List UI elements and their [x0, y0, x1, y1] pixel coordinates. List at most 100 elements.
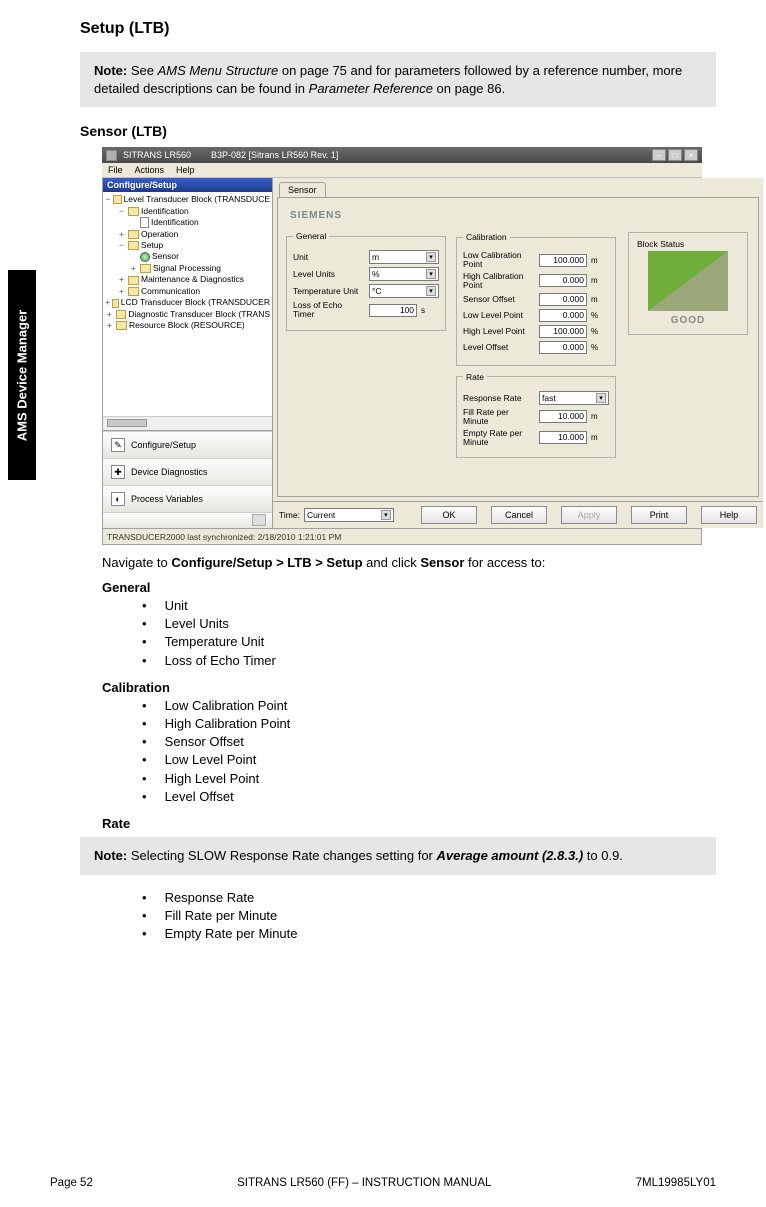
block-status-label: Block Status: [637, 239, 739, 249]
list-item: Loss of Echo Timer: [142, 652, 716, 670]
note2-t1: Selecting SLOW Response Rate changes set…: [127, 848, 436, 863]
nav-t1: Navigate to: [102, 555, 171, 570]
high-cal-input[interactable]: 0.000: [539, 274, 587, 287]
time-label: Time:: [279, 510, 300, 520]
wrench-icon: ✎: [111, 438, 125, 452]
apply-button[interactable]: Apply: [561, 506, 617, 524]
menubar: File Actions Help: [102, 163, 702, 178]
nav-configure-setup[interactable]: ✎Configure/Setup: [103, 431, 272, 458]
ams-screenshot: SITRANS LR560 B3P-082 [Sitrans LR560 Rev…: [102, 147, 702, 545]
response-rate-select[interactable]: fast▾: [539, 391, 609, 405]
footer-center: SITRANS LR560 (FF) – INSTRUCTION MANUAL: [237, 1177, 491, 1189]
nav-t2: and click: [363, 555, 421, 570]
list-item: Fill Rate per Minute: [142, 907, 716, 925]
list-item: Empty Rate per Minute: [142, 925, 716, 943]
cat-general: General: [102, 580, 716, 595]
tree-r3a[interactable]: Sensor: [152, 251, 179, 262]
maximize-button[interactable]: □: [668, 149, 682, 161]
legend-rate: Rate: [463, 372, 487, 382]
folder-icon: [113, 195, 121, 204]
level-units-select[interactable]: %▾: [369, 267, 439, 281]
list-general: Unit Level Units Temperature Unit Loss o…: [142, 597, 716, 670]
button-row: Time: Current▾ OK Cancel Apply Print Hel…: [273, 501, 763, 528]
folder-icon: [128, 241, 139, 250]
tree-header: Configure/Setup: [103, 178, 272, 192]
ok-button[interactable]: OK: [421, 506, 477, 524]
tree-r5[interactable]: Communication: [141, 286, 200, 297]
note2-label: Note:: [94, 848, 127, 863]
legend-general: General: [293, 231, 329, 241]
list-item: High Level Point: [142, 770, 716, 788]
title-mid: B3P-082 [Sitrans LR560 Rev. 1]: [211, 150, 338, 160]
app-icon: [106, 150, 117, 161]
note-box-1: Note: See AMS Menu Structure on page 75 …: [80, 52, 716, 107]
nav-device-diagnostics[interactable]: ✚Device Diagnostics: [103, 458, 272, 485]
side-tab-label: AMS Device Manager: [15, 309, 30, 441]
list-item: Unit: [142, 597, 716, 615]
loss-echo-input[interactable]: 100: [369, 304, 417, 317]
tree[interactable]: −Level Transducer Block (TRANSDUCE −Iden…: [103, 192, 272, 334]
folder-icon: [128, 230, 139, 239]
tree-r1a[interactable]: Identification: [151, 217, 199, 228]
low-cal-input[interactable]: 100.000: [539, 254, 587, 267]
cancel-button[interactable]: Cancel: [491, 506, 547, 524]
minimize-button[interactable]: –: [652, 149, 666, 161]
cat-calibration: Calibration: [102, 680, 716, 695]
footer-left: Page 52: [50, 1177, 93, 1189]
tree-r2[interactable]: Operation: [141, 229, 178, 240]
list-calibration: Low Calibration Point High Calibration P…: [142, 697, 716, 806]
tree-r0[interactable]: Level Transducer Block (TRANSDUCE: [124, 194, 270, 205]
nav-path: Configure/Setup > LTB > Setup: [171, 555, 362, 570]
help-button[interactable]: Help: [701, 506, 757, 524]
block-status-graphic: [648, 251, 728, 311]
close-button[interactable]: ×: [684, 149, 698, 161]
low-level-input[interactable]: 0.000: [539, 309, 587, 322]
menu-help[interactable]: Help: [176, 165, 195, 175]
list-item: High Calibration Point: [142, 715, 716, 733]
tree-r4[interactable]: Maintenance & Diagnostics: [141, 274, 244, 285]
tree-r3[interactable]: Setup: [141, 240, 163, 251]
fill-rate-input[interactable]: 10.000: [539, 410, 587, 423]
response-rate-label: Response Rate: [463, 393, 535, 403]
menu-file[interactable]: File: [108, 165, 123, 175]
block-status-box: Block Status GOOD: [628, 232, 748, 335]
sensor-offset-input[interactable]: 0.000: [539, 293, 587, 306]
nav-strip: [103, 512, 272, 528]
high-level-input[interactable]: 100.000: [539, 325, 587, 338]
low-level-label: Low Level Point: [463, 310, 535, 320]
unit-select[interactable]: m▾: [369, 250, 439, 264]
temp-unit-select[interactable]: °C▾: [369, 284, 439, 298]
chevron-down-icon: ▾: [426, 269, 436, 279]
tree-r8[interactable]: Resource Block (RESOURCE): [129, 320, 245, 331]
level-offset-label: Level Offset: [463, 342, 535, 352]
group-calibration: Calibration Low Calibration Point100.000…: [456, 232, 616, 366]
tree-r1[interactable]: Identification: [141, 206, 189, 217]
print-button[interactable]: Print: [631, 506, 687, 524]
tree-r6[interactable]: LCD Transducer Block (TRANSDUCER: [121, 297, 270, 308]
time-select[interactable]: Current▾: [304, 508, 394, 522]
page-footer: Page 52 SITRANS LR560 (FF) – INSTRUCTION…: [50, 1177, 716, 1189]
tree-hscrollbar[interactable]: [103, 416, 272, 430]
loss-echo-unit: s: [421, 306, 425, 315]
list-item: Level Offset: [142, 788, 716, 806]
nav-t3: for access to:: [464, 555, 545, 570]
tab-sensor[interactable]: Sensor: [279, 182, 326, 197]
status-bar: TRANSDUCER2000 last synchronized: 2/18/2…: [102, 529, 702, 545]
side-tab: AMS Device Manager: [8, 270, 36, 480]
folder-icon: [128, 276, 139, 285]
list-item: Temperature Unit: [142, 633, 716, 651]
cat-rate: Rate: [102, 816, 716, 831]
nav-overflow-button[interactable]: [252, 514, 266, 526]
high-cal-label: High Calibration Point: [463, 272, 535, 290]
tree-r3b[interactable]: Signal Processing: [153, 263, 221, 274]
nav-process-variables[interactable]: ◐Process Variables: [103, 485, 272, 512]
navigate-line: Navigate to Configure/Setup > LTB > Setu…: [102, 555, 716, 570]
window-titlebar: SITRANS LR560 B3P-082 [Sitrans LR560 Rev…: [102, 147, 702, 163]
menu-actions[interactable]: Actions: [135, 165, 165, 175]
sensor-icon: [140, 252, 150, 262]
tree-r7[interactable]: Diagnostic Transducer Block (TRANS: [128, 309, 270, 320]
note1-t1: See: [127, 63, 157, 78]
folder-icon: [116, 321, 127, 330]
empty-rate-input[interactable]: 10.000: [539, 431, 587, 444]
level-offset-input[interactable]: 0.000: [539, 341, 587, 354]
